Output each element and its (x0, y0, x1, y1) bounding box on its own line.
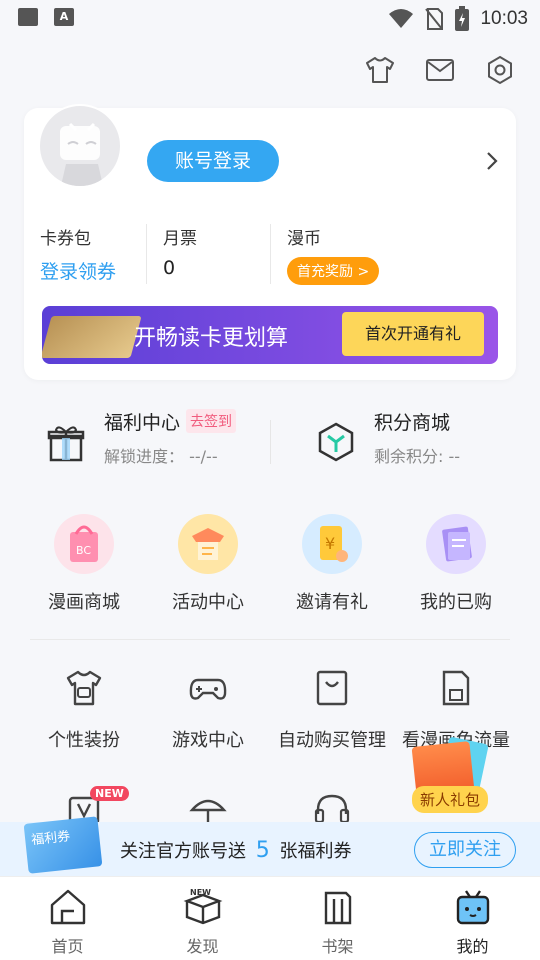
follow-promo-bar: 福利券 关注官方账号送 5 张福利券 立即关注 (0, 816, 540, 876)
chevron-right-icon[interactable] (484, 150, 500, 172)
svg-text:¥: ¥ (325, 534, 335, 553)
grid-item-invite[interactable]: ¥ 邀请有礼 (270, 514, 394, 614)
read-card-banner[interactable]: 开畅读卡更划算 首次开通有礼 (42, 306, 498, 364)
grid-item-activity-center[interactable]: 活动中心 (146, 514, 270, 614)
stat-coupon[interactable]: 卡券包 登录领券 (40, 224, 146, 284)
avatar[interactable] (38, 104, 122, 188)
progress-value: --/-- (189, 447, 218, 466)
settings-icon[interactable] (484, 54, 516, 86)
profile-card: 账号登录 卡券包 登录领券 月票 0 漫币 首充奖励 > 开畅读卡更划算 首次开… (24, 104, 516, 380)
no-sim-icon (425, 8, 444, 30)
profile-icon (456, 890, 489, 925)
grid-item-label: 游戏中心 (172, 730, 244, 751)
tab-label: 书架 (321, 937, 354, 956)
svg-text:BC: BC (76, 544, 91, 557)
discover-icon: NEW (183, 888, 222, 925)
account-stats: 卡券包 登录领券 月票 0 漫币 首充奖励 > (40, 224, 500, 285)
points-mall[interactable]: 积分商城 剩余积分: -- (316, 408, 460, 467)
status-bar: A 10:03 (0, 0, 540, 36)
promo-text-before: 关注官方账号送 (120, 841, 246, 862)
mail-icon[interactable] (424, 54, 456, 86)
grid-item-purchased[interactable]: 我的已购 (394, 514, 518, 614)
shopping-bag-icon: BC (54, 514, 114, 574)
welfare-center[interactable]: 福利中心 去签到 解锁进度： --/-- (46, 408, 237, 467)
image-notification-icon (18, 8, 38, 26)
tab-discover[interactable]: NEW 发现 (135, 877, 270, 960)
clock: 10:03 (480, 8, 528, 29)
grid-item-label: 活动中心 (172, 592, 244, 613)
follow-button[interactable]: 立即关注 (414, 832, 516, 868)
points-remaining: 剩余积分: -- (374, 447, 461, 466)
welfare-title: 福利中心 (104, 412, 181, 434)
gamepad-icon (189, 678, 227, 700)
stat-label: 卡券包 (40, 229, 91, 249)
grid-item-label: 自动购买管理 (278, 730, 386, 751)
stat-coins[interactable]: 漫币 首充奖励 > (270, 224, 380, 285)
svg-text:NEW: NEW (190, 888, 211, 897)
header-actions (364, 54, 516, 86)
grid-item-label: 邀请有礼 (296, 592, 368, 613)
grid-item-personal-dress[interactable]: 个性装扮 (22, 668, 146, 752)
tab-home[interactable]: 首页 (0, 877, 135, 960)
tshirt-icon[interactable] (364, 54, 396, 86)
grid-item-label: 个性装扮 (48, 730, 120, 751)
section-divider (30, 639, 510, 640)
banner-text: 开畅读卡更划算 (134, 326, 289, 351)
cube-icon (318, 422, 354, 462)
gift-label: 新人礼包 (412, 786, 489, 813)
new-user-gift[interactable]: 新人礼包 (408, 736, 494, 816)
battery-icon (455, 6, 470, 31)
sim-card-icon (442, 670, 470, 706)
gift-icon (47, 426, 85, 462)
main-feature-grid: BC 漫画商城 活动中心 ¥ 邀请有礼 我的已购 (22, 514, 518, 614)
points-title: 积分商城 (374, 412, 451, 434)
purchased-icon (426, 514, 486, 574)
first-charge-reward-badge[interactable]: 首充奖励 > (287, 257, 380, 285)
sign-in-tag[interactable]: 去签到 (186, 409, 237, 433)
promo-count: 5 (255, 838, 270, 863)
stat-value: 0 (163, 257, 176, 279)
tab-label: 首页 (51, 937, 84, 956)
tab-profile[interactable]: 我的 (405, 877, 540, 960)
card-stack-image (42, 316, 142, 358)
coupon-ticket-image: 福利券 (23, 816, 103, 874)
ticket-label: 福利券 (30, 829, 71, 849)
grid-item-label: 漫画商城 (48, 592, 120, 613)
new-badge: NEW (90, 786, 129, 801)
stat-value[interactable]: 登录领券 (40, 257, 146, 284)
welfare-points-row: 福利中心 去签到 解锁进度： --/-- 积分商城 剩余积分: -- (0, 408, 540, 472)
a-notification-icon: A (54, 8, 74, 26)
grid-item-comic-mall[interactable]: BC 漫画商城 (22, 514, 146, 614)
bottom-tab-bar: 首页 NEW 发现 书架 我的 (0, 876, 540, 960)
grid-item-game-center[interactable]: 游戏中心 (146, 668, 270, 752)
stat-monthly-ticket[interactable]: 月票 0 (146, 224, 270, 284)
home-icon (50, 889, 85, 925)
auto-buy-icon (316, 670, 348, 706)
promo-text-after: 张福利券 (279, 841, 352, 862)
divider (270, 420, 271, 464)
stat-label: 月票 (163, 229, 197, 249)
banner-button[interactable]: 首次开通有礼 (342, 312, 484, 356)
tab-label: 发现 (186, 937, 219, 956)
tab-label: 我的 (456, 937, 489, 956)
invite-icon: ¥ (302, 514, 362, 574)
tshirt-icon (66, 670, 102, 706)
activity-icon (178, 514, 238, 574)
stat-label: 漫币 (287, 229, 321, 249)
grid-item-label: 我的已购 (420, 592, 492, 613)
grid-item-auto-buy[interactable]: 自动购买管理 (270, 668, 394, 752)
progress-label: 解锁进度： (104, 447, 185, 466)
login-button[interactable]: 账号登录 (147, 140, 279, 182)
promo-text: 关注官方账号送 5 张福利券 (120, 837, 351, 863)
tab-bookshelf[interactable]: 书架 (270, 877, 405, 960)
wifi-icon (389, 9, 414, 28)
bookshelf-icon (324, 891, 351, 925)
